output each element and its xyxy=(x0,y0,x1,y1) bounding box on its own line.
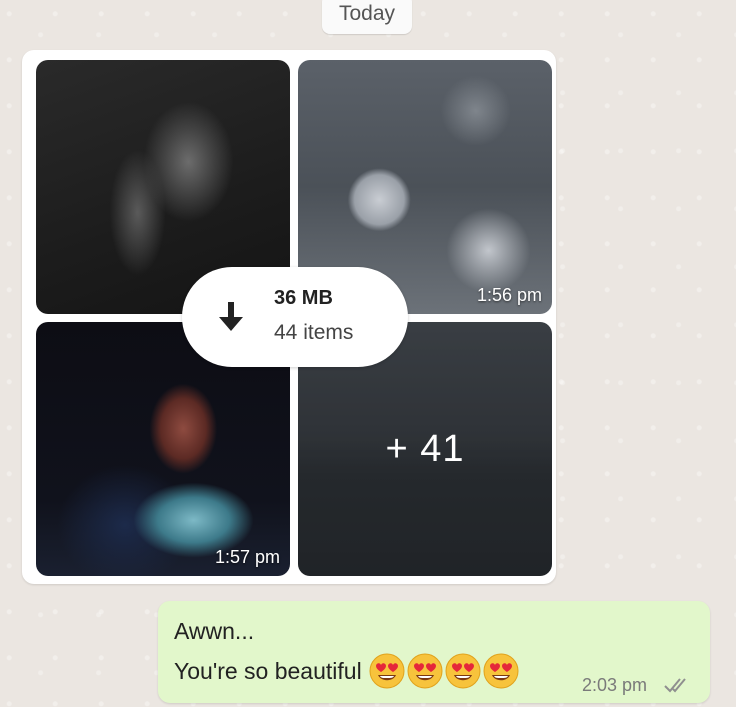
outgoing-message-bubble[interactable]: Awwn... You're so beautiful 2:03 pm xyxy=(158,601,710,703)
emoji-group xyxy=(368,652,520,690)
download-album-button[interactable]: 36 MB 44 items xyxy=(182,267,408,367)
message-text-line-1: Awwn... xyxy=(174,618,255,644)
media-album-message[interactable]: 1:56 pm 1:57 pm + 41 36 MB 44 items xyxy=(22,50,556,584)
message-timestamp: 2:03 pm xyxy=(582,675,648,695)
heart-eyes-emoji-icon xyxy=(407,653,443,689)
image-timestamp: 1:56 pm xyxy=(476,285,542,305)
message-text-line-2: You're so beautiful xyxy=(174,652,520,690)
download-arrow-icon xyxy=(219,302,243,331)
download-size: 36 MB xyxy=(274,287,333,309)
image-timestamp: 1:57 pm xyxy=(214,547,280,567)
date-divider-label: Today xyxy=(338,2,396,25)
heart-eyes-emoji-icon xyxy=(445,653,481,689)
heart-eyes-emoji-icon xyxy=(369,653,405,689)
double-check-icon xyxy=(664,678,686,693)
more-images-count: + 41 xyxy=(385,427,465,470)
message-text: You're so beautiful xyxy=(174,657,362,684)
heart-eyes-emoji-icon xyxy=(483,653,519,689)
date-divider: Today xyxy=(322,0,412,34)
download-item-count: 44 items xyxy=(274,321,354,344)
